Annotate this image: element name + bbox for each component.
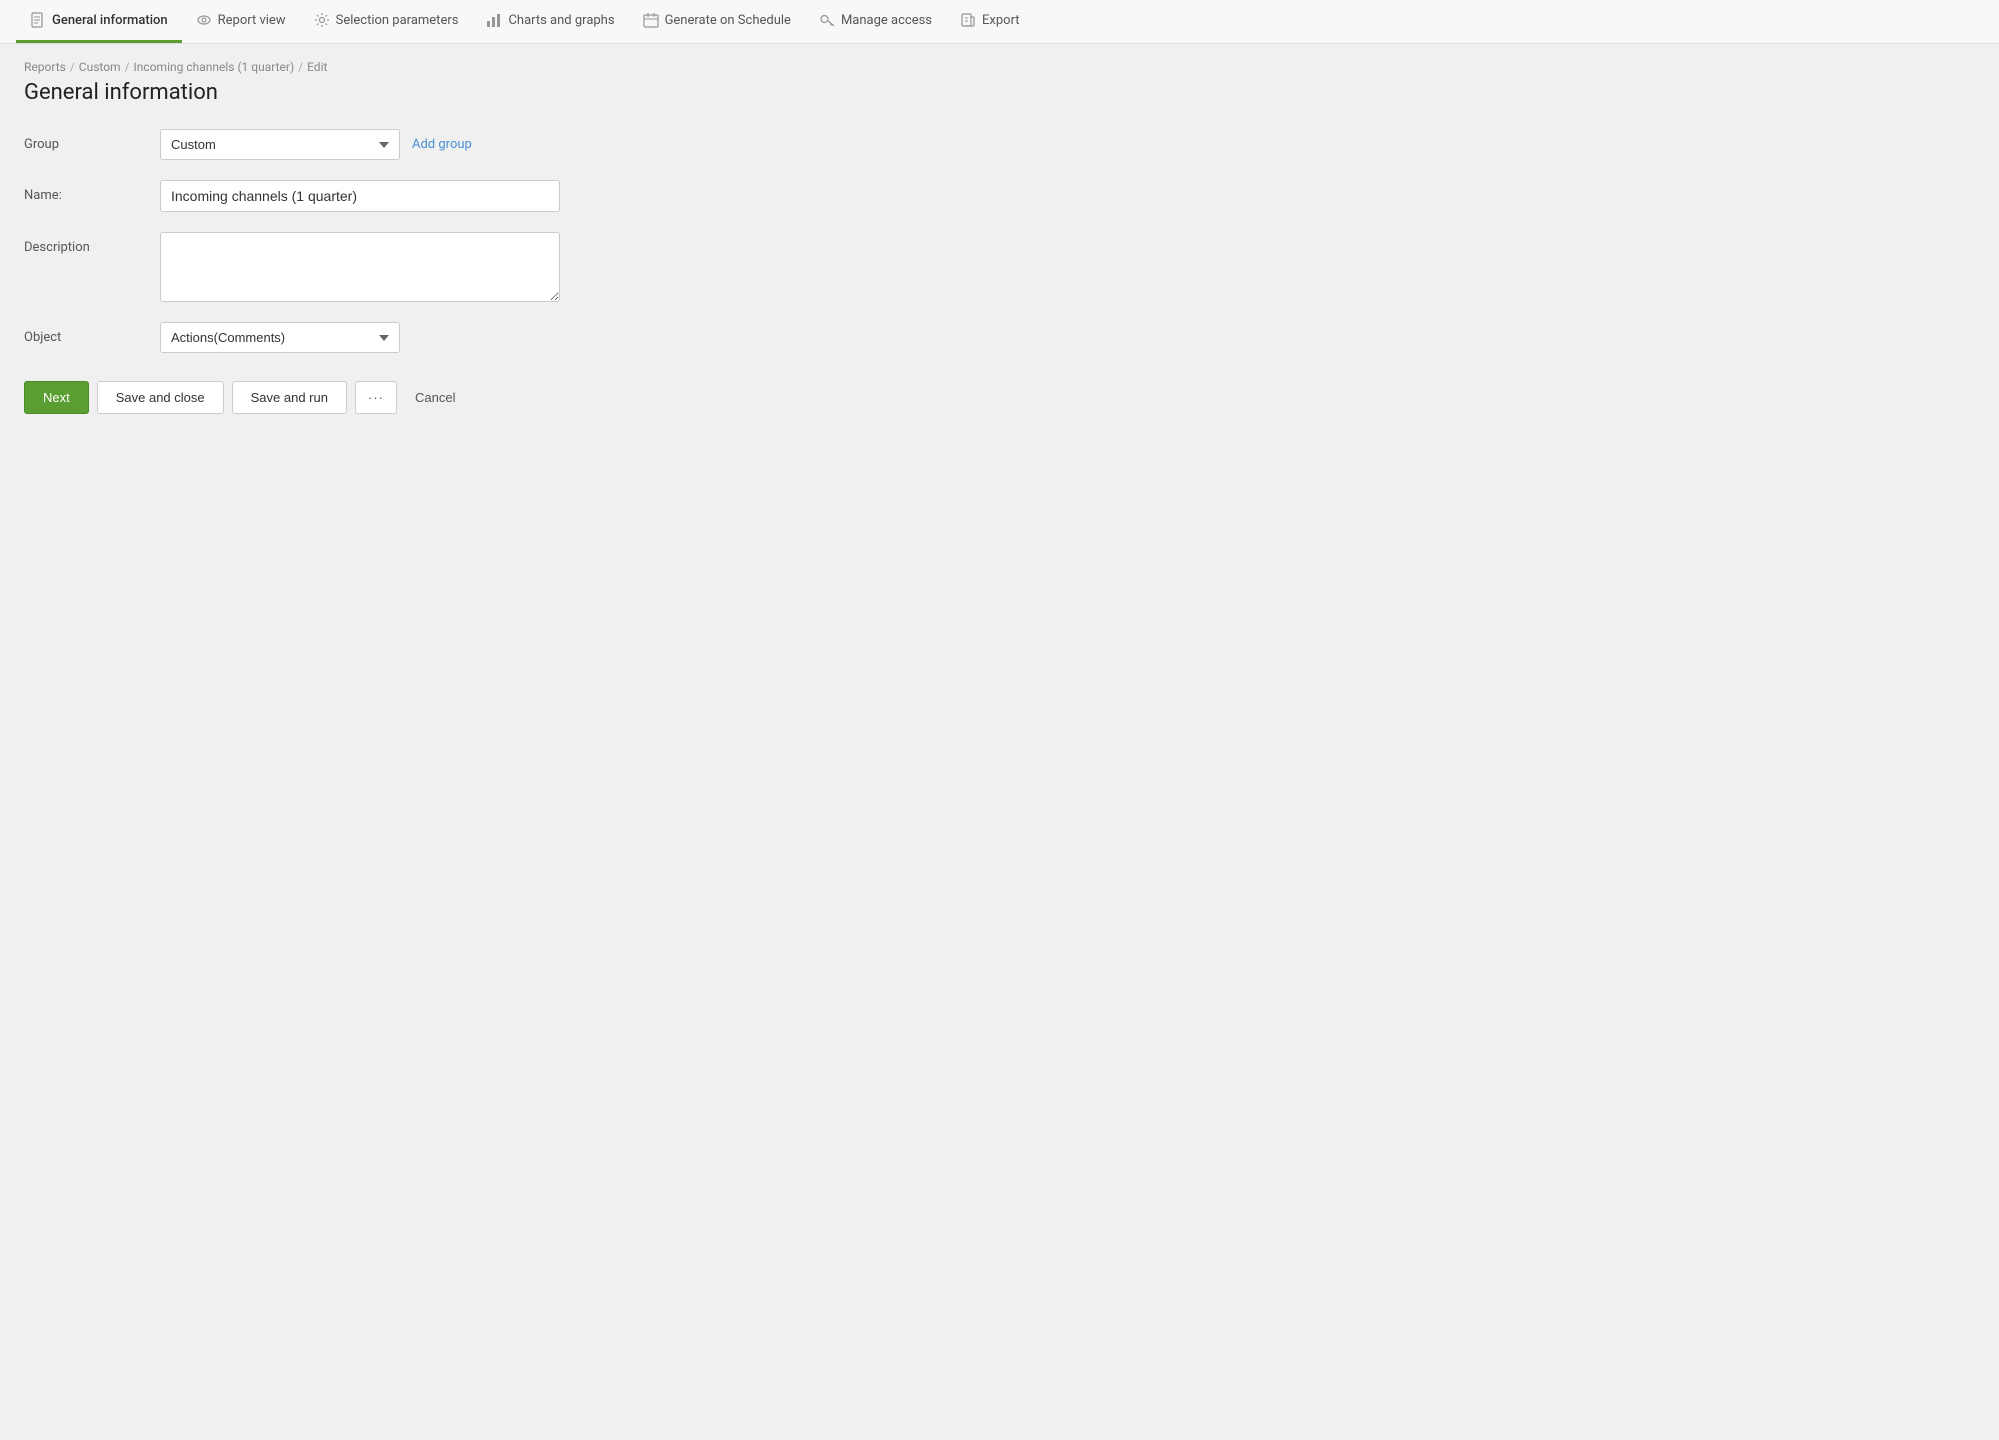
page-title: General information — [24, 80, 876, 105]
eye-icon — [196, 12, 212, 28]
main-content: Reports / Custom / Incoming channels (1 … — [0, 44, 900, 430]
group-label: Group — [24, 129, 144, 152]
breadcrumb-edit: Edit — [307, 60, 327, 74]
nav-report-view-label: Report view — [218, 13, 286, 28]
object-select[interactable]: Actions(Comments) Contacts Deals Tasks — [160, 322, 400, 353]
object-control-group: Actions(Comments) Contacts Deals Tasks — [160, 322, 876, 353]
nav-manage-access-label: Manage access — [841, 13, 932, 28]
nav-general-information-label: General information — [52, 13, 168, 28]
gear-icon — [314, 12, 330, 28]
name-row: Name: — [24, 180, 876, 212]
breadcrumb-sep-2: / — [125, 60, 130, 74]
add-group-link[interactable]: Add group — [412, 137, 472, 152]
nav-generate-on-schedule-label: Generate on Schedule — [665, 13, 791, 28]
group-control-group: Custom Default Other Add group — [160, 129, 876, 160]
top-navigation: General information Report view Selectio… — [0, 0, 1999, 44]
save-close-button[interactable]: Save and close — [97, 381, 224, 414]
export-icon — [960, 12, 976, 28]
breadcrumb-reports[interactable]: Reports — [24, 60, 66, 74]
object-row: Object Actions(Comments) Contacts Deals … — [24, 322, 876, 353]
chart-icon — [486, 12, 502, 28]
nav-manage-access[interactable]: Manage access — [805, 0, 946, 43]
next-button[interactable]: Next — [24, 381, 89, 414]
nav-charts-and-graphs[interactable]: Charts and graphs — [472, 0, 628, 43]
document-icon — [30, 12, 46, 28]
nav-charts-and-graphs-label: Charts and graphs — [508, 13, 614, 28]
action-row: Next Save and close Save and run ··· Can… — [24, 381, 876, 414]
save-run-button[interactable]: Save and run — [232, 381, 347, 414]
breadcrumb-report-name[interactable]: Incoming channels (1 quarter) — [134, 60, 295, 74]
nav-generate-on-schedule[interactable]: Generate on Schedule — [629, 0, 805, 43]
nav-general-information[interactable]: General information — [16, 0, 182, 43]
object-label: Object — [24, 322, 144, 345]
name-label: Name: — [24, 180, 144, 203]
breadcrumb-sep-1: / — [70, 60, 75, 74]
nav-selection-parameters[interactable]: Selection parameters — [300, 0, 473, 43]
name-input[interactable] — [160, 180, 560, 212]
breadcrumb-sep-3: / — [298, 60, 303, 74]
nav-export-label: Export — [982, 13, 1020, 28]
name-control-group — [160, 180, 876, 212]
description-label: Description — [24, 232, 144, 255]
cancel-button[interactable]: Cancel — [405, 382, 465, 413]
more-button[interactable]: ··· — [355, 381, 397, 414]
description-textarea[interactable] — [160, 232, 560, 302]
breadcrumb-custom[interactable]: Custom — [79, 60, 121, 74]
nav-report-view[interactable]: Report view — [182, 0, 300, 43]
nav-export[interactable]: Export — [946, 0, 1034, 43]
description-row: Description — [24, 232, 876, 302]
breadcrumb: Reports / Custom / Incoming channels (1 … — [24, 60, 876, 74]
group-row: Group Custom Default Other Add group — [24, 129, 876, 160]
description-control-group — [160, 232, 876, 302]
key-icon — [819, 12, 835, 28]
nav-selection-parameters-label: Selection parameters — [336, 13, 459, 28]
calendar-icon — [643, 12, 659, 28]
group-select[interactable]: Custom Default Other — [160, 129, 400, 160]
